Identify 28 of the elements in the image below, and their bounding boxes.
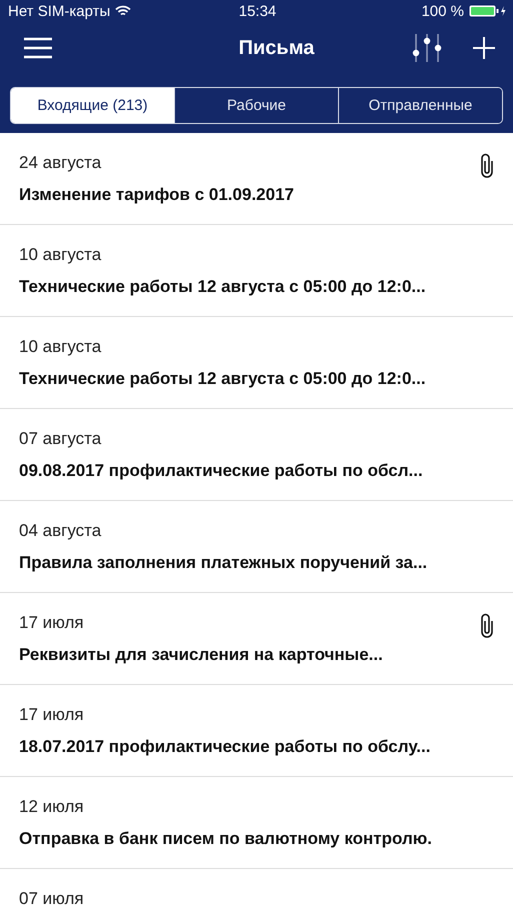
message-subject: Правила заполнения платежных поручений за... (19, 553, 428, 573)
clock-time: 15:34 (238, 2, 276, 20)
message-subject: Технические работы 12 августа с 05:00 до 12:0... (19, 369, 427, 389)
message-date: 10 августа (19, 245, 102, 265)
message-date: 07 августа (19, 429, 102, 449)
message-subject: Изменение тарифов с 01.09.2017 (19, 185, 295, 205)
message-date: 17 июля (19, 705, 85, 725)
message-date: 10 августа (19, 337, 102, 357)
message-date: 04 августа (19, 521, 102, 541)
wifi-icon (115, 5, 132, 17)
filter-button[interactable] (411, 34, 443, 62)
message-subject: 18.07.2017 профилактические работы по обслу... (19, 737, 432, 757)
message-date: 12 июля (19, 797, 85, 817)
folder-tab[interactable]: Входящие (213) (11, 88, 174, 123)
message-subject: Отправка в банк писем по валютному контролю. (19, 829, 434, 849)
carrier-text: Нет SIM-карты (8, 2, 110, 20)
message-subject: 09.08.2017 профилактические работы по обсл... (19, 461, 424, 481)
message-date: 24 августа (19, 153, 102, 173)
message-subject: Технические работы 12 августа с 05:00 до 12:0... (19, 277, 427, 297)
message-subject: Реквизиты для зачисления на карточные... (19, 645, 384, 665)
message-date: 07 июля (19, 889, 85, 909)
message-date: 17 июля (19, 613, 85, 633)
screen-title: Письма (238, 36, 316, 60)
battery-percent: 100 % (421, 2, 464, 20)
add-button[interactable] (473, 37, 495, 59)
menu-button[interactable] (24, 37, 52, 59)
battery-icon (469, 5, 508, 17)
folder-tab[interactable]: Отправленные (338, 88, 502, 123)
